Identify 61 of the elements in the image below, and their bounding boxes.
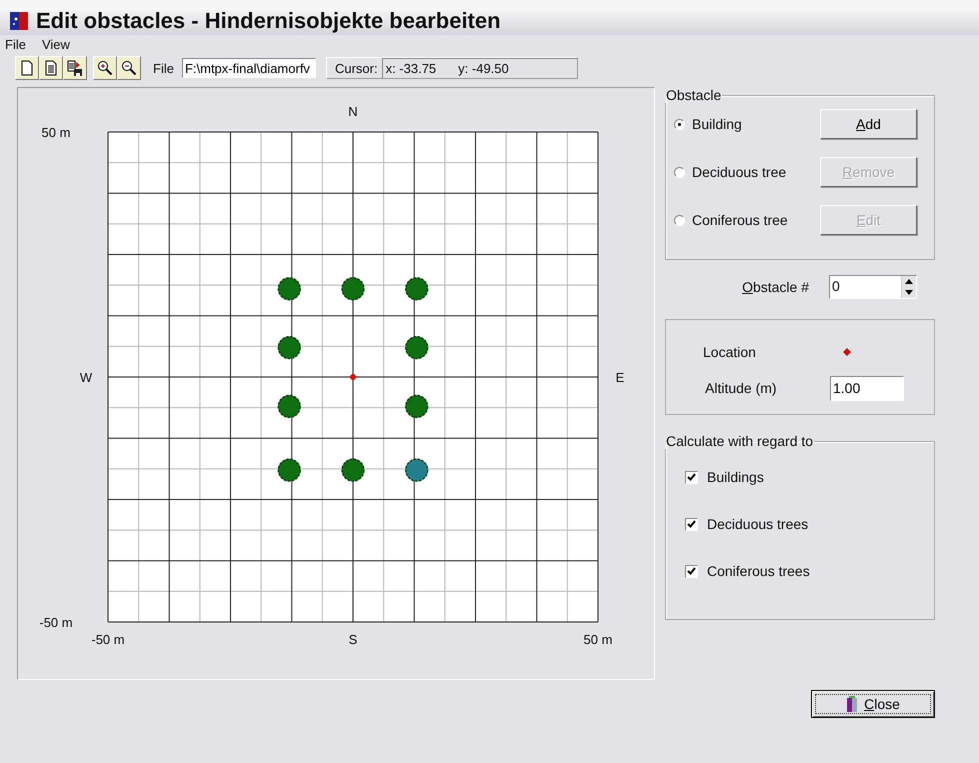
- file-path-field[interactable]: F:\mtpx-final\diamorfv: [182, 58, 316, 78]
- document-icon: [43, 60, 59, 76]
- checkbox-label[interactable]: Deciduous trees: [707, 516, 808, 532]
- checkbox[interactable]: [685, 564, 698, 578]
- calculate-group-title: Calculate with regard to: [665, 433, 814, 449]
- x-axis-label: 50 m: [584, 632, 612, 647]
- checkbox[interactable]: [685, 518, 698, 530]
- checkbox-label[interactable]: Coniferous trees: [707, 563, 810, 579]
- blank-page-icon: [19, 60, 35, 76]
- obstacle-number-label: Obstacle #: [742, 279, 809, 295]
- location-marker-icon: [843, 348, 851, 356]
- obstacle-group-title: Obstacle: [665, 87, 722, 103]
- cursor-label: Cursor:: [334, 60, 378, 76]
- y-axis-label: 50 m: [42, 125, 70, 140]
- cursor-y-readout: y: -49.50: [458, 61, 509, 76]
- zoom-out-button[interactable]: [117, 56, 141, 80]
- save-icon: [67, 60, 83, 76]
- plot-area[interactable]: [108, 132, 598, 622]
- door-icon: [846, 696, 858, 712]
- file-label: File: [153, 60, 174, 76]
- y-axis-label: -50 m: [39, 615, 73, 630]
- east-label: E: [616, 370, 624, 385]
- radio-button[interactable]: [674, 118, 685, 130]
- zoom-in-icon: [97, 60, 113, 76]
- obstacle-marker[interactable]: [405, 394, 428, 418]
- open-file-button[interactable]: [39, 56, 63, 80]
- checkbox[interactable]: [685, 470, 698, 484]
- altitude-field[interactable]: 1.00: [830, 376, 904, 400]
- x-axis-label: -50 m: [91, 632, 125, 647]
- window-title: Edit obstacles - Hindernisobjekte bearbeiten: [36, 8, 501, 34]
- app-icon: [10, 12, 28, 30]
- obstacle-marker[interactable]: [278, 336, 301, 360]
- zoom-in-button[interactable]: [93, 56, 117, 80]
- radio-label[interactable]: Building: [692, 116, 742, 132]
- menu-item[interactable]: File: [4, 37, 27, 52]
- new-file-button[interactable]: [15, 56, 39, 80]
- obstacle-marker[interactable]: [278, 277, 301, 300]
- close-button[interactable]: Close: [811, 690, 935, 718]
- obstacle-marker[interactable]: [405, 458, 428, 482]
- obstacle-marker[interactable]: [405, 277, 428, 300]
- obstacle-number-spinner[interactable]: 0: [829, 275, 917, 299]
- obstacle-marker[interactable]: [405, 336, 428, 360]
- west-label: W: [80, 370, 92, 385]
- checkbox-label[interactable]: Buildings: [707, 469, 764, 485]
- radio-button[interactable]: [674, 166, 685, 178]
- zoom-out-icon: [121, 60, 137, 76]
- obstacle-action-button[interactable]: Add: [820, 109, 917, 139]
- radio-label[interactable]: Deciduous tree: [692, 164, 786, 180]
- location-label: Location: [702, 344, 757, 360]
- save-button[interactable]: [63, 56, 87, 80]
- radio-label[interactable]: Coniferous tree: [692, 212, 788, 228]
- cursor-x-readout: x: -33.75: [386, 61, 436, 76]
- north-label: N: [348, 104, 358, 119]
- radio-button[interactable]: [674, 214, 685, 226]
- obstacle-marker[interactable]: [278, 458, 301, 482]
- altitude-label: Altitude (m): [704, 380, 778, 396]
- menu-item[interactable]: View: [40, 37, 71, 52]
- obstacle-marker[interactable]: [341, 277, 365, 300]
- obstacle-marker[interactable]: [341, 458, 365, 482]
- south-label: S: [348, 632, 358, 647]
- obstacle-marker[interactable]: [278, 394, 301, 418]
